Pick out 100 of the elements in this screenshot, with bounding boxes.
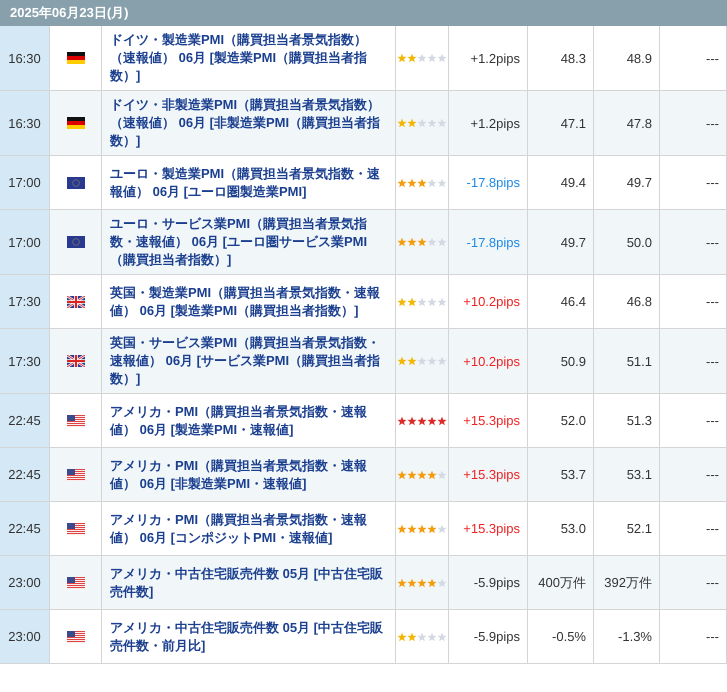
flag-icon [66, 522, 84, 534]
table-cell: 49.7 [594, 156, 660, 209]
time-cell: 16:30 [0, 91, 50, 155]
pips-value: +10.2pips [463, 354, 520, 368]
event-title[interactable]: ドイツ・製造業PMI（購買担当者景気指数）（速報値） 06月 [製造業PMI（購買担当者指数）] [110, 31, 389, 85]
pips-value: -5.9pips [474, 575, 520, 590]
table-cell: 47.1 [528, 91, 594, 155]
flag-icon [66, 296, 84, 308]
flag-icon [66, 236, 84, 248]
star-icon [417, 178, 427, 188]
event-title[interactable]: ドイツ・非製造業PMI（購買担当者景気指数）（速報値） 06月 [非製造業PMI（購買担当者指数）] [110, 96, 389, 150]
table-cell: 53.1 [594, 448, 660, 501]
star-icon [407, 470, 417, 480]
event-title[interactable]: アメリカ・PMI（購買担当者景気指数・速報値） 06月 [コンポジットPMI・速報値] [110, 510, 389, 546]
time-cell: 22:45 [0, 502, 50, 555]
star-icon [397, 356, 407, 366]
event-title[interactable]: ユーロ・製造業PMI（購買担当者景気指数・速報値） 06月 [ユーロ圏製造業PMI] [110, 164, 389, 200]
table-cell: --- [660, 610, 727, 663]
table-cell: 46.4 [528, 275, 594, 328]
star-icon [397, 578, 407, 588]
flag-icon [66, 414, 84, 426]
star-icon [397, 632, 407, 642]
flag-icon [66, 176, 84, 188]
table-cell: 49.7 [528, 210, 594, 274]
star-icon [417, 237, 427, 247]
time-cell: 17:00 [0, 156, 50, 209]
star-icon [417, 470, 427, 480]
pips-value: +15.3pips [463, 521, 520, 536]
event-title[interactable]: ユーロ・サービス業PMI（購買担当者景気指数・速報値） 06月 [ユーロ圏サービス業PMI（購買担当者指数）] [110, 215, 389, 269]
star-icon [397, 237, 407, 247]
table-cell: --- [660, 210, 727, 274]
star-icon [407, 296, 417, 306]
table-cell: --- [660, 394, 727, 447]
table-cell: 53.0 [528, 502, 594, 555]
table-cell: 47.8 [594, 91, 660, 155]
event-title[interactable]: アメリカ・PMI（購買担当者景気指数・速報値） 06月 [非製造業PMI・速報値] [110, 456, 389, 492]
event-title[interactable]: 英国・サービス業PMI（購買担当者景気指数・速報値） 06月 [サービス業PMI（購買担当者指数）] [110, 334, 389, 388]
table-cell: --- [660, 556, 727, 609]
star-icon [437, 416, 447, 426]
table-cell: 52.1 [594, 502, 660, 555]
star-icon [407, 356, 417, 366]
table-cell: 49.4 [528, 156, 594, 209]
star-icon [397, 178, 407, 188]
time-cell: 23:00 [0, 556, 50, 609]
table-cell: -0.5% [528, 610, 594, 663]
flag-icon [66, 630, 84, 642]
table-cell: --- [660, 26, 727, 90]
table-cell: 50.0 [594, 210, 660, 274]
table-cell: 53.7 [528, 448, 594, 501]
table-cell: 48.3 [528, 26, 594, 90]
flag-icon [66, 117, 84, 129]
table-cell: 392万件 [594, 556, 660, 609]
table-cell: --- [660, 502, 727, 555]
flag-icon [66, 576, 84, 588]
star-icon [427, 578, 437, 588]
pips-value: +1.2pips [470, 50, 520, 66]
table-cell: --- [660, 448, 727, 501]
table-cell: 51.1 [594, 329, 660, 393]
star-icon [407, 578, 417, 588]
star-icon [407, 632, 417, 642]
star-icon [397, 296, 407, 306]
table-cell: --- [660, 275, 727, 328]
pips-value: -17.8pips [466, 234, 520, 250]
star-icon [397, 118, 407, 128]
star-icon [427, 524, 437, 534]
table-cell: --- [660, 329, 727, 393]
flag-icon [66, 52, 84, 64]
pips-value: -17.8pips [466, 175, 520, 190]
table-cell: 52.0 [528, 394, 594, 447]
time-cell: 16:30 [0, 26, 50, 90]
flag-icon [66, 355, 84, 367]
star-icon [417, 524, 427, 534]
star-icon [407, 237, 417, 247]
time-cell: 17:30 [0, 329, 50, 393]
pips-value: +1.2pips [470, 116, 520, 130]
table-cell: 400万件 [528, 556, 594, 609]
table-cell: -1.3% [594, 610, 660, 663]
star-icon [407, 416, 417, 426]
time-cell: 22:45 [0, 394, 50, 447]
star-icon [407, 524, 417, 534]
date-header: 2025年06月23日(月) [0, 0, 727, 26]
table-cell: --- [660, 91, 727, 155]
table-cell: 46.8 [594, 275, 660, 328]
table-cell: 48.9 [594, 26, 660, 90]
event-title[interactable]: アメリカ・中古住宅販売件数 05月 [中古住宅販売件数・前月比] [110, 618, 389, 654]
pips-value: +10.2pips [463, 294, 520, 309]
flag-icon [66, 468, 84, 480]
star-icon [397, 524, 407, 534]
star-icon [397, 53, 407, 63]
pips-value: -5.9pips [474, 629, 520, 644]
event-title[interactable]: アメリカ・中古住宅販売件数 05月 [中古住宅販売件数] [110, 564, 389, 600]
event-title[interactable]: 英国・製造業PMI（購買担当者景気指数・速報値） 06月 [製造業PMI（購買担当者指数）] [110, 284, 389, 320]
star-icon [407, 118, 417, 128]
star-icon [407, 178, 417, 188]
star-icon [407, 53, 417, 63]
time-cell: 17:00 [0, 210, 50, 274]
time-cell: 23:00 [0, 610, 50, 663]
star-icon [427, 470, 437, 480]
event-title[interactable]: アメリカ・PMI（購買担当者景気指数・速報値） 06月 [製造業PMI・速報値] [110, 402, 389, 438]
star-icon [427, 416, 437, 426]
